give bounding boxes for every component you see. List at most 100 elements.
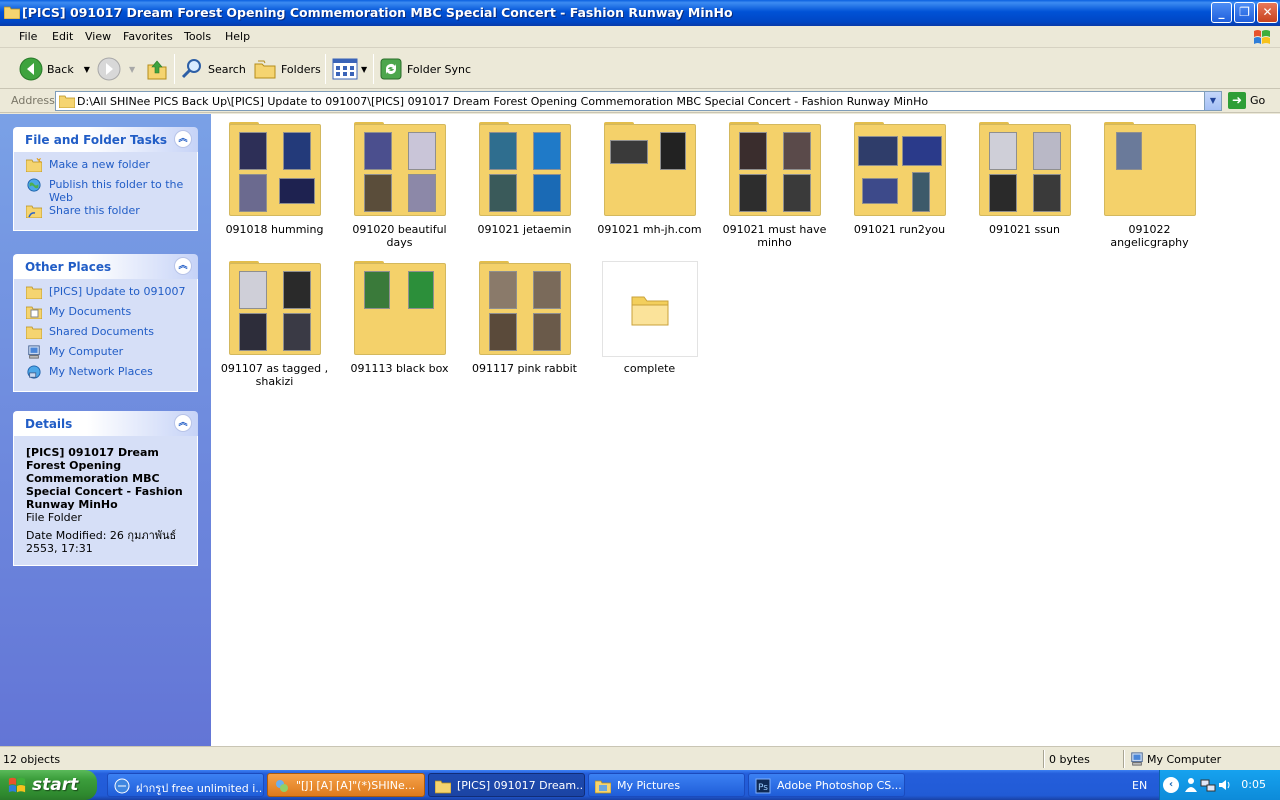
panel-header[interactable]: Other Places ︽ <box>13 254 198 279</box>
forward-button[interactable]: ▼ <box>97 55 135 83</box>
folder-item[interactable]: 091113 black box <box>337 261 462 375</box>
address-dropdown-icon[interactable]: ▼ <box>1204 92 1221 110</box>
back-dropdown-icon[interactable]: ▼ <box>84 65 90 74</box>
menu-tools[interactable]: Tools <box>184 30 211 43</box>
folder-item[interactable]: 091020 beautiful days <box>337 122 462 249</box>
start-button[interactable]: start <box>0 770 97 800</box>
taskbar-item[interactable]: Ps Adobe Photoshop CS... <box>748 773 905 797</box>
close-button[interactable]: ✕ <box>1257 2 1278 23</box>
folder-name: 091117 pink rabbit <box>472 362 577 375</box>
file-view[interactable]: 091018 humming 091020 beautiful days 091… <box>211 114 1280 746</box>
folder-item[interactable]: 091021 mh-jh.com <box>587 122 712 236</box>
collapse-chevron-icon[interactable]: ︽ <box>174 414 192 432</box>
computer-icon <box>1131 752 1143 766</box>
menu-favorites[interactable]: Favorites <box>123 30 173 43</box>
forward-dropdown-icon[interactable]: ▼ <box>129 65 135 74</box>
address-bar: Address D:\All SHINee PICS Back Up\[PICS… <box>0 89 1280 113</box>
go-arrow-icon: ➜ <box>1228 92 1246 109</box>
my-documents-icon <box>26 306 42 319</box>
taskbar: start ฝากรูป free unlimited i... "[J] [A… <box>0 770 1280 800</box>
folder-item[interactable]: 091117 pink rabbit <box>462 261 587 375</box>
folder-thumbnail-icon <box>1102 122 1198 218</box>
collapse-chevron-icon[interactable]: ︽ <box>174 130 192 148</box>
clock[interactable]: 0:05 <box>1241 778 1266 791</box>
publish-to-web-link[interactable]: Publish this folder to the Web <box>14 178 197 204</box>
folder-name: 091021 ssun <box>989 223 1060 236</box>
panel-header[interactable]: File and Folder Tasks ︽ <box>13 127 198 152</box>
tray-expand-icon[interactable]: ‹ <box>1163 777 1179 793</box>
file-folder-tasks-panel: File and Folder Tasks ︽ Make a new folde… <box>13 127 198 231</box>
folder-icon <box>631 296 668 326</box>
folder-thumbnail-icon <box>227 261 323 357</box>
network-icon[interactable] <box>1200 777 1216 793</box>
title-bar[interactable]: [PICS] 091017 Dream Forest Opening Comme… <box>0 0 1280 26</box>
folder-sync-button[interactable]: Folder Sync <box>379 55 471 83</box>
folder-item[interactable]: 091021 jetaemin <box>462 122 587 236</box>
go-button[interactable]: ➜ Go <box>1228 92 1265 109</box>
menu-file[interactable]: File <box>19 30 37 43</box>
my-network-places-link[interactable]: My Network Places <box>14 365 197 385</box>
folder-icon <box>59 95 75 108</box>
status-bar: 12 objects 0 bytes My Computer <box>0 746 1280 770</box>
parent-folder-link[interactable]: [PICS] Update to 091007 <box>14 285 197 305</box>
folder-item[interactable]: 091021 run2you <box>837 122 962 236</box>
minimize-button[interactable]: _ <box>1211 2 1232 23</box>
menu-bar: File Edit View Favorites Tools Help <box>0 26 1280 48</box>
folder-item[interactable]: 091107 as tagged , shakizi <box>212 261 337 388</box>
globe-icon <box>27 178 41 192</box>
folder-name: 091107 as tagged , shakizi <box>220 362 329 388</box>
language-indicator[interactable]: EN <box>1132 779 1147 792</box>
folder-item[interactable]: 091021 must have minho <box>712 122 837 249</box>
restore-button[interactable]: ❐ <box>1234 2 1255 23</box>
folders-button[interactable]: Folders <box>253 55 321 83</box>
folder-sync-label: Folder Sync <box>407 62 472 76</box>
folder-thumbnail-icon <box>601 261 698 357</box>
taskbar-item[interactable]: ฝากรูป free unlimited i... <box>107 773 264 797</box>
volume-icon[interactable] <box>1217 777 1233 793</box>
status-location: My Computer <box>1147 753 1222 766</box>
my-computer-link[interactable]: My Computer <box>14 345 197 365</box>
details-panel: Details ︽ [PICS] 091017 Dream Forest Ope… <box>13 411 198 566</box>
search-button[interactable]: Search <box>180 55 246 83</box>
folder-icon <box>435 780 451 794</box>
views-dropdown-icon[interactable]: ▼ <box>361 65 367 74</box>
collapse-chevron-icon[interactable]: ︽ <box>174 257 192 275</box>
folder-item[interactable]: 091018 humming <box>212 122 337 236</box>
folder-name: 091018 humming <box>225 223 324 236</box>
folder-thumbnail-icon <box>477 261 573 357</box>
folder-thumbnail-icon <box>477 122 573 218</box>
up-button[interactable] <box>145 55 169 83</box>
forward-arrow-icon <box>97 57 121 81</box>
folder-up-icon <box>147 60 167 80</box>
folder-icon <box>4 6 20 19</box>
shared-documents-icon <box>26 326 42 339</box>
folder-name: 091022 angelicgraphy <box>1110 223 1189 249</box>
share-folder-link[interactable]: Share this folder <box>14 204 197 224</box>
panel-header[interactable]: Details ︽ <box>13 411 198 436</box>
folder-item[interactable]: complete <box>587 261 712 375</box>
taskbar-item[interactable]: [PICS] 091017 Dream... <box>428 773 585 797</box>
views-button[interactable]: ▼ <box>332 55 367 83</box>
my-documents-link[interactable]: My Documents <box>14 305 197 325</box>
toolbar: Back ▼ ▼ Search Folders ▼ Folder Sync <box>0 48 1280 89</box>
shared-documents-link[interactable]: Shared Documents <box>14 325 197 345</box>
folder-icon <box>26 286 42 299</box>
browser-icon <box>114 778 130 794</box>
taskbar-item[interactable]: "[J] [A] [A]"(*)SHINe... <box>267 773 425 797</box>
make-new-folder-link[interactable]: Make a new folder <box>14 158 197 178</box>
folder-item[interactable]: 091021 ssun <box>962 122 1087 236</box>
user-icon[interactable] <box>1184 777 1198 793</box>
folder-name: 091021 must have minho <box>722 223 827 249</box>
back-button[interactable]: Back ▼ <box>19 55 90 83</box>
menu-view[interactable]: View <box>85 30 111 43</box>
taskbar-item[interactable]: My Pictures <box>588 773 745 797</box>
menu-edit[interactable]: Edit <box>52 30 73 43</box>
status-size: 0 bytes <box>1049 753 1090 766</box>
folder-item[interactable]: 091022 angelicgraphy <box>1087 122 1212 249</box>
folder-thumbnail-icon <box>602 122 698 218</box>
address-input[interactable]: D:\All SHINee PICS Back Up\[PICS] Update… <box>55 91 1222 111</box>
menu-help[interactable]: Help <box>225 30 250 43</box>
folder-thumbnail-icon <box>352 122 448 218</box>
system-tray: ‹ 0:05 <box>1159 770 1280 800</box>
minimize-icon: _ <box>1218 5 1225 19</box>
